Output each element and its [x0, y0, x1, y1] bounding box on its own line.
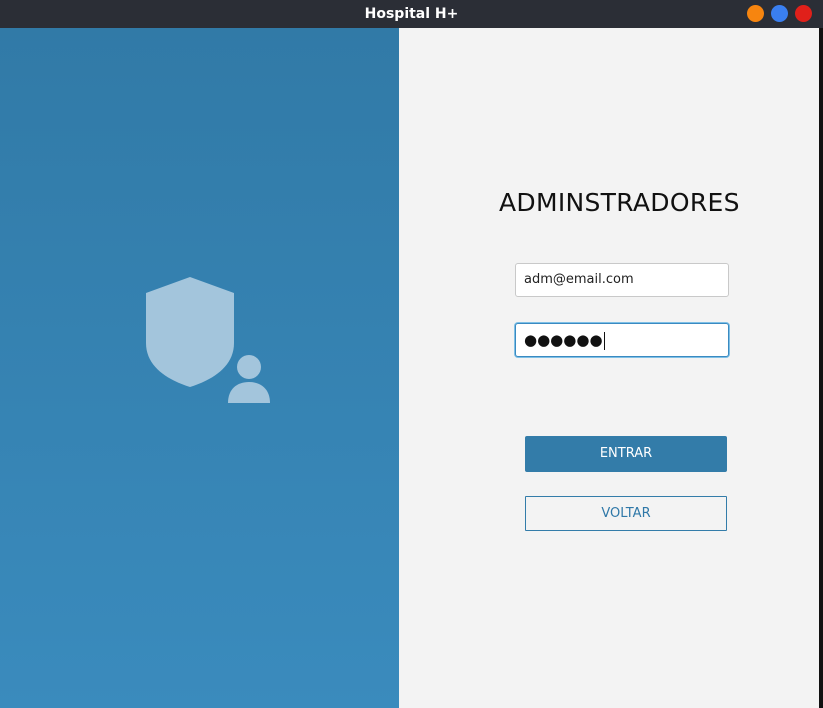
email-field-value: adm@email.com [524, 272, 634, 287]
maximize-button[interactable] [771, 5, 788, 22]
window-edge [819, 28, 823, 708]
password-field[interactable]: ●●●●●● [515, 323, 729, 357]
close-button[interactable] [795, 5, 812, 22]
window-titlebar[interactable]: Hospital H+ [0, 0, 823, 28]
page-title: ADMINSTRADORES [499, 188, 740, 217]
branding-panel [0, 28, 399, 708]
admin-shield-user-icon [146, 277, 270, 403]
text-caret [603, 331, 605, 350]
minimize-button[interactable] [747, 5, 764, 22]
back-button[interactable]: VOLTAR [525, 496, 727, 531]
login-panel: ADMINSTRADORES adm@email.com ●●●●●● ENTR… [399, 28, 819, 708]
window-title: Hospital H+ [364, 6, 459, 22]
email-field[interactable]: adm@email.com [515, 263, 729, 297]
password-field-value: ●●●●●● [524, 331, 603, 349]
enter-button[interactable]: ENTRAR [525, 436, 727, 472]
